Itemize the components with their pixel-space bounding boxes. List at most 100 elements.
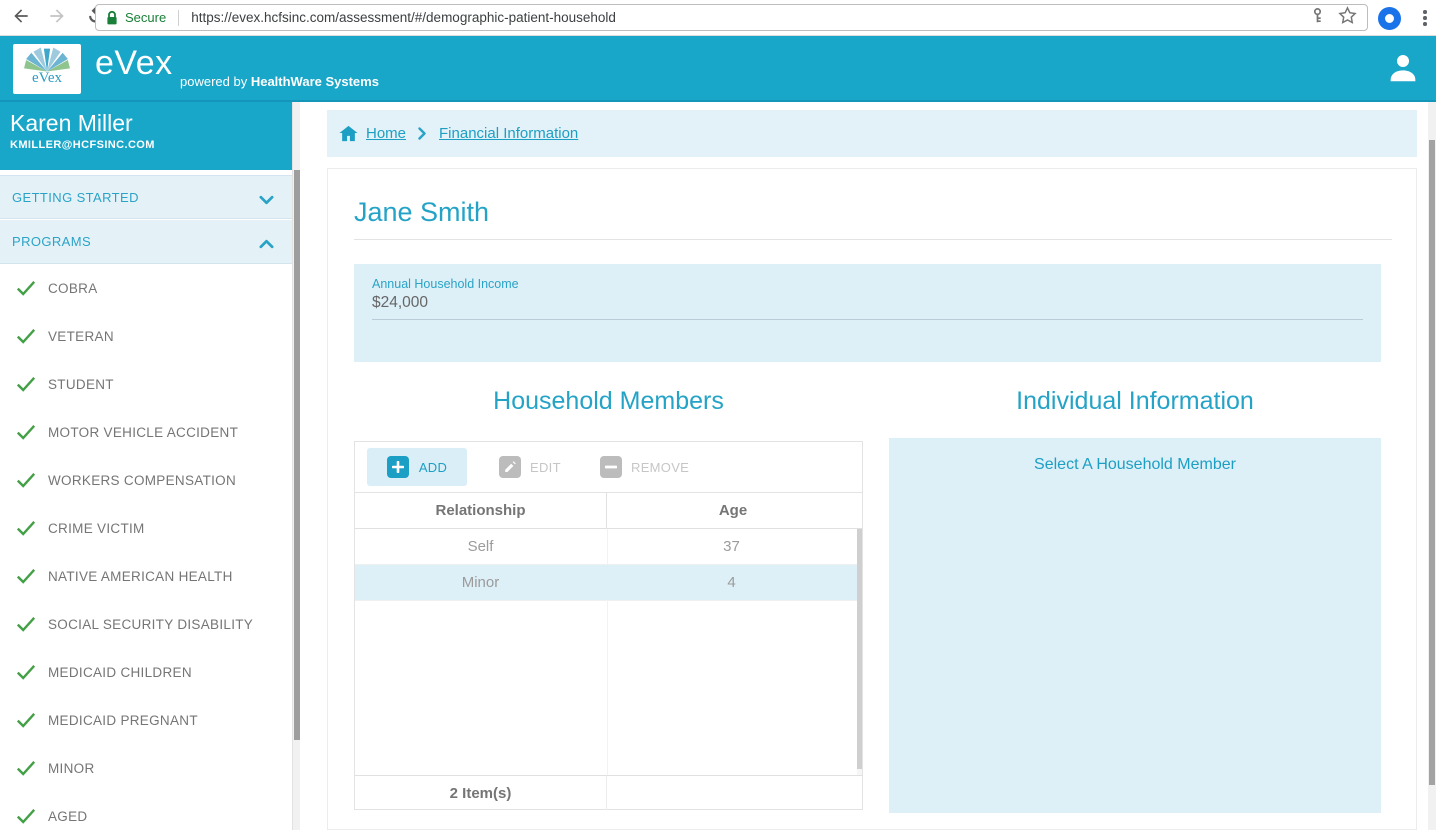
table-scrollbar-thumb[interactable] <box>857 529 862 769</box>
sidebar-item-native-american-health[interactable]: NATIVE AMERICAN HEALTH <box>0 552 292 600</box>
input-underline <box>372 319 1363 320</box>
sidebar-item-crime-victim[interactable]: CRIME VICTIM <box>0 504 292 552</box>
check-icon <box>16 808 38 824</box>
browser-toolbar: Secure https://evex.hcfsinc.com/assessme… <box>0 0 1436 36</box>
cell-relationship: Self <box>467 538 494 555</box>
cell-relationship: Minor <box>461 574 500 591</box>
remove-button[interactable]: REMOVE <box>600 448 689 486</box>
column-header-age[interactable]: Age <box>607 493 859 528</box>
program-label: STUDENT <box>48 376 114 392</box>
page: Secure https://evex.hcfsinc.com/assessme… <box>0 0 1436 830</box>
address-bar[interactable]: Secure https://evex.hcfsinc.com/assessme… <box>95 4 1368 31</box>
program-label: SOCIAL SECURITY DISABILITY <box>48 616 254 632</box>
program-label: WORKERS COMPENSATION <box>48 472 237 488</box>
forward-arrow-icon <box>47 6 67 31</box>
check-icon <box>16 520 38 536</box>
program-label: CRIME VICTIM <box>48 520 145 536</box>
powered-by-text: powered by HealthWare Systems <box>180 74 379 89</box>
column-header-relationship[interactable]: Relationship <box>355 493 607 528</box>
sidebar-item-aged[interactable]: AGED <box>0 792 292 830</box>
table-row[interactable]: Minor 4 <box>355 565 857 601</box>
breadcrumb: Home Financial Information <box>327 110 1417 157</box>
program-label: MEDICAID PREGNANT <box>48 712 198 728</box>
back-button[interactable] <box>10 7 32 29</box>
user-email: KMILLER@HCFSINC.COM <box>10 139 155 151</box>
forward-button[interactable] <box>46 7 68 29</box>
patient-name: Jane Smith <box>354 197 490 227</box>
breadcrumb-home-link[interactable]: Home <box>339 125 406 142</box>
sidebar-user-block: Karen Miller KMILLER@HCFSINC.COM <box>0 102 292 170</box>
cell-age: 37 <box>723 538 740 555</box>
divider <box>354 239 1392 240</box>
chevron-up-icon <box>259 237 274 252</box>
sidebar-scrollbar-thumb[interactable] <box>294 170 300 740</box>
program-label: MINOR <box>48 760 95 776</box>
chevron-down-icon <box>259 193 274 208</box>
browser-profile-icon[interactable] <box>1378 7 1401 30</box>
item-count: 2 Item(s) <box>355 776 607 810</box>
household-members-grid: ADD EDIT REMOVE Relationship Age Self 37… <box>354 441 863 810</box>
breadcrumb-financial-link[interactable]: Financial Information <box>439 125 578 142</box>
table-footer-row: 2 Item(s) <box>355 775 862 810</box>
sidebar-item-workers-compensation[interactable]: WORKERS COMPENSATION <box>0 456 292 504</box>
program-label: MEDICAID CHILDREN <box>48 664 192 680</box>
accordion-programs[interactable]: PROGRAMS <box>0 220 292 264</box>
user-avatar-icon[interactable] <box>1384 49 1422 87</box>
select-member-placeholder: Select A Household Member <box>1034 456 1236 473</box>
check-icon <box>16 424 38 440</box>
page-scrollbar[interactable] <box>1428 102 1436 830</box>
accordion-getting-started[interactable]: GETTING STARTED <box>0 175 292 219</box>
pencil-icon <box>499 456 521 478</box>
password-key-icon[interactable] <box>1309 7 1326 29</box>
sidebar-item-cobra[interactable]: COBRA <box>0 264 292 312</box>
program-label: MOTOR VEHICLE ACCIDENT <box>48 424 239 440</box>
sidebar-item-medicaid-pregnant[interactable]: MEDICAID PREGNANT <box>0 696 292 744</box>
sidebar-item-veteran[interactable]: VETERAN <box>0 312 292 360</box>
check-icon <box>16 280 38 296</box>
app-header: eVex eVex powered by HealthWare Systems <box>0 36 1436 102</box>
edit-button[interactable]: EDIT <box>499 448 561 486</box>
plus-icon <box>386 456 409 478</box>
income-label: Annual Household Income <box>372 277 519 291</box>
minus-icon <box>600 456 622 478</box>
program-list: COBRA VETERAN STUDENT MOTOR VEHICLE ACCIDEN… <box>0 264 292 830</box>
individual-information-title: Individual Information <box>1016 387 1254 415</box>
table-row[interactable]: Self 37 <box>355 529 857 565</box>
sidebar-item-medicaid-children[interactable]: MEDICAID CHILDREN <box>0 648 292 696</box>
check-icon <box>16 616 38 632</box>
sidebar-item-motor-vehicle-accident[interactable]: MOTOR VEHICLE ACCIDENT <box>0 408 292 456</box>
check-icon <box>16 664 38 680</box>
table-scrollbar[interactable] <box>857 529 862 775</box>
check-icon <box>16 712 38 728</box>
page-scrollbar-thumb[interactable] <box>1429 140 1435 785</box>
secure-label: Secure <box>125 10 167 25</box>
browser-menu-icon[interactable] <box>1417 8 1433 28</box>
url-text[interactable]: https://evex.hcfsinc.com/assessment/#/de… <box>191 10 1309 25</box>
program-label: COBRA <box>48 280 98 296</box>
content-card: Jane Smith Annual Household Income $24,0… <box>327 168 1417 830</box>
evex-logo[interactable]: eVex <box>13 44 81 94</box>
user-name: Karen Miller <box>10 110 133 136</box>
add-button[interactable]: ADD <box>367 448 467 486</box>
check-icon <box>16 472 38 488</box>
program-label: AGED <box>48 808 88 824</box>
program-label: NATIVE AMERICAN HEALTH <box>48 568 233 584</box>
logo-wordmark: eVex <box>32 70 62 86</box>
home-icon <box>339 125 358 142</box>
brand-title: eVex <box>95 44 173 82</box>
sidebar-item-student[interactable]: STUDENT <box>0 360 292 408</box>
annual-income-input[interactable]: $24,000 <box>372 294 428 312</box>
program-label: VETERAN <box>48 328 114 344</box>
sidebar-item-minor[interactable]: MINOR <box>0 744 292 792</box>
income-panel: Annual Household Income $24,000 <box>354 264 1381 362</box>
sidebar-item-social-security-disability[interactable]: SOCIAL SECURITY DISABILITY <box>0 600 292 648</box>
table-header-row: Relationship Age <box>355 493 862 529</box>
bookmark-star-icon[interactable] <box>1338 5 1357 30</box>
breadcrumb-chevron-icon <box>418 127 427 140</box>
check-icon <box>16 568 38 584</box>
check-icon <box>16 328 38 344</box>
grid-toolbar: ADD EDIT REMOVE <box>355 442 862 493</box>
household-members-title: Household Members <box>493 387 724 415</box>
sidebar-scrollbar[interactable] <box>292 102 300 830</box>
sidebar: Karen Miller KMILLER@HCFSINC.COM GETTING… <box>0 102 300 830</box>
